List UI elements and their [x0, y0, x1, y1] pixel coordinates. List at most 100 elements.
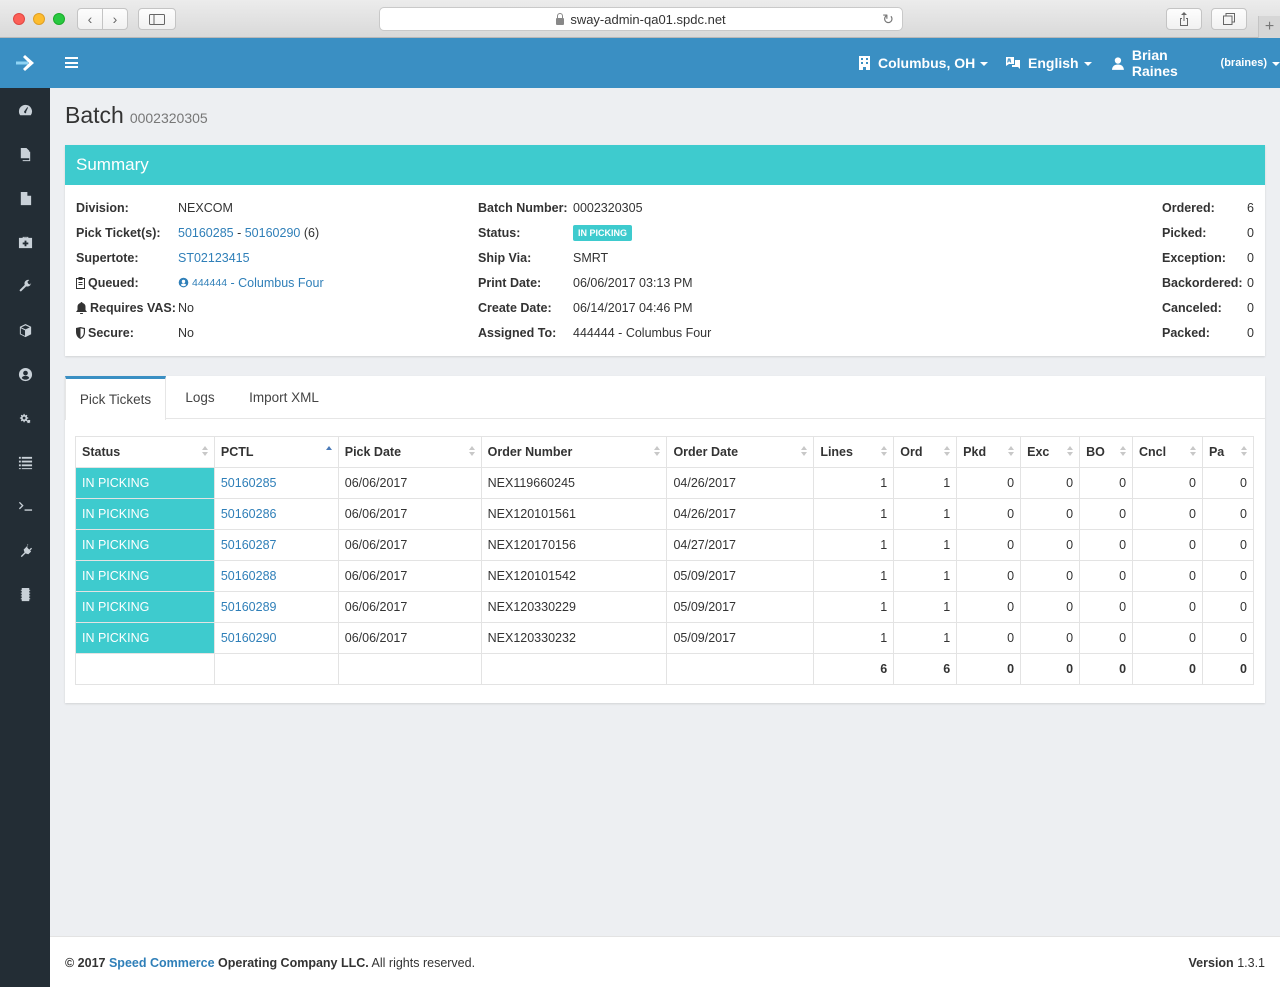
pctl-link[interactable]: 50160290 — [221, 631, 277, 645]
queued-name: - Columbus Four — [227, 275, 324, 290]
cell-pctl: 50160286 — [213, 498, 339, 530]
cell-pctl: 50160288 — [213, 560, 339, 592]
pctl-link[interactable]: 50160286 — [221, 507, 277, 521]
column-header-11[interactable]: Pa — [1201, 436, 1255, 468]
sidebar-item-list[interactable] — [0, 440, 50, 484]
exception-value: 0 — [1247, 250, 1254, 265]
sidebar-item-terminal[interactable] — [0, 484, 50, 528]
cell-cncl: 0 — [1132, 622, 1203, 654]
tab-import-xml[interactable]: Import XML — [243, 376, 325, 419]
cell-pkd: 0 — [956, 467, 1022, 499]
back-button[interactable]: ‹ — [77, 8, 103, 30]
division-value: NEXCOM — [178, 200, 233, 215]
column-header-5[interactable]: Lines — [813, 436, 895, 468]
brand-logo[interactable] — [0, 38, 50, 88]
plug-icon — [20, 543, 32, 557]
share-button[interactable] — [1166, 8, 1202, 30]
column-header-label: Exc — [1027, 445, 1050, 459]
ordered-label: Ordered: — [1162, 200, 1215, 215]
column-header-label: Lines — [820, 445, 853, 459]
column-header-1[interactable]: PCTL — [213, 436, 339, 468]
sidebar-item-medkit[interactable] — [0, 220, 50, 264]
new-tab-button[interactable]: + — [1258, 16, 1280, 38]
column-header-label: Status — [82, 445, 121, 459]
chevron-right-icon: › — [112, 11, 118, 27]
company-link[interactable]: Speed Commerce — [109, 956, 215, 970]
cell-ord: 1 — [893, 560, 958, 592]
sidebar-item-tools[interactable] — [0, 264, 50, 308]
batch-number-label: Batch Number: — [478, 200, 568, 215]
cell-pkd: 0 — [956, 622, 1022, 654]
sidebar-item-dashboard[interactable] — [0, 88, 50, 132]
zoom-window-button[interactable] — [53, 13, 65, 25]
cell-cncl: 0 — [1132, 467, 1203, 499]
minimize-window-button[interactable] — [33, 13, 45, 25]
forward-button[interactable]: › — [102, 8, 128, 30]
column-header-3[interactable]: Order Number — [480, 436, 668, 468]
supertote-link[interactable]: ST02123415 — [178, 251, 250, 265]
sort-icon — [944, 446, 951, 456]
column-header-10[interactable]: Cncl — [1132, 436, 1203, 468]
caret-down-icon — [980, 62, 989, 66]
empty-cell — [666, 653, 815, 685]
sidebar-toggle-button[interactable] — [138, 8, 176, 30]
terminal-icon — [18, 501, 32, 511]
create-date-label: Create Date: — [478, 300, 552, 315]
pctl-link[interactable]: 50160288 — [221, 569, 277, 583]
sidebar-item-inventory[interactable] — [0, 308, 50, 352]
column-header-7[interactable]: Pkd — [956, 436, 1022, 468]
cell-bo: 0 — [1079, 622, 1134, 654]
column-header-9[interactable]: BO — [1079, 436, 1134, 468]
tab-pick-tickets[interactable]: Pick Tickets — [65, 376, 166, 420]
column-header-2[interactable]: Pick Date — [337, 436, 482, 468]
column-header-4[interactable]: Order Date — [666, 436, 815, 468]
cell-ord: 1 — [893, 498, 958, 530]
reload-icon[interactable]: ↻ — [882, 11, 894, 28]
location-dropdown[interactable]: Columbus, OH — [859, 38, 989, 88]
canceled-label: Canceled: — [1162, 300, 1222, 315]
pctl-link[interactable]: 50160287 — [221, 538, 277, 552]
user-dropdown[interactable]: Brian Raines (braines) — [1112, 38, 1280, 88]
pick-ticket-last-link[interactable]: 50160290 — [245, 226, 301, 240]
sidebar-item-database[interactable] — [0, 572, 50, 616]
pick-ticket-first-link[interactable]: 50160285 — [178, 226, 234, 240]
browser-toolbar: ‹ › sway-admin-qa01.spdc.net ↻ + — [0, 0, 1280, 38]
url-text: sway-admin-qa01.spdc.net — [570, 11, 726, 27]
cell-cncl: 0 — [1132, 498, 1203, 530]
language-dropdown[interactable]: English — [1006, 38, 1092, 88]
cell-status: IN PICKING — [75, 498, 215, 530]
address-bar[interactable]: sway-admin-qa01.spdc.net ↻ — [379, 7, 903, 31]
tabs-overview-button[interactable] — [1211, 8, 1247, 30]
menu-toggle-icon[interactable] — [65, 57, 78, 68]
sort-icon — [801, 446, 808, 456]
sidebar-item-file[interactable] — [0, 176, 50, 220]
sidebar-item-users[interactable] — [0, 352, 50, 396]
rights-text: All rights reserved. — [368, 956, 476, 970]
close-window-button[interactable] — [13, 13, 25, 25]
gears-icon — [19, 413, 30, 423]
cell-exc: 0 — [1020, 591, 1081, 623]
status-badge: IN PICKING — [573, 224, 633, 241]
sort-icon — [1189, 446, 1196, 456]
queued-user-link[interactable]: 444444 - Columbus Four — [178, 276, 324, 290]
exception-label: Exception: — [1162, 250, 1226, 265]
cell-exc: 0 — [1020, 529, 1081, 561]
tab-logs[interactable]: Logs — [175, 376, 225, 419]
totals-row: 6600000 — [75, 653, 1255, 685]
column-header-label: BO — [1086, 445, 1105, 459]
column-header-6[interactable]: Ord — [893, 436, 958, 468]
cell-cncl: 0 — [1132, 591, 1203, 623]
column-header-0[interactable]: Status — [75, 436, 215, 468]
cell-order-date: 04/26/2017 — [666, 498, 815, 530]
sort-icon — [881, 446, 888, 456]
print-date-label: Print Date: — [478, 275, 542, 290]
column-header-8[interactable]: Exc — [1020, 436, 1081, 468]
sidebar-item-settings[interactable] — [0, 396, 50, 440]
pctl-link[interactable]: 50160285 — [221, 476, 277, 490]
share-icon — [1180, 12, 1188, 26]
pctl-link[interactable]: 50160289 — [221, 600, 277, 614]
caret-down-icon — [1272, 62, 1280, 66]
sidebar-item-documents[interactable] — [0, 132, 50, 176]
cell-lines: 1 — [813, 622, 895, 654]
sidebar-item-plugins[interactable] — [0, 528, 50, 572]
